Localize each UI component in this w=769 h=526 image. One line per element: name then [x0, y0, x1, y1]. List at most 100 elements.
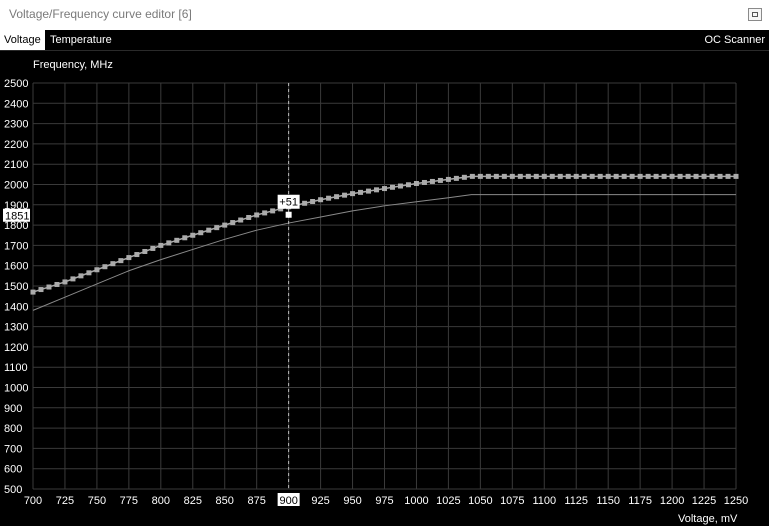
curve-point: [469, 173, 475, 179]
x-tick-label: 1000: [404, 495, 428, 507]
curve-point: [214, 225, 220, 231]
x-tick-label: 800: [152, 495, 170, 507]
curve-point: [142, 248, 148, 254]
curve-point: [366, 188, 372, 194]
curve-point: [70, 276, 76, 282]
x-tick-label: 725: [56, 495, 74, 507]
y-tick-label: 700: [4, 443, 22, 455]
curve-point: [437, 177, 443, 183]
curve-point: [270, 208, 276, 214]
y-tick-label: 1100: [4, 362, 28, 374]
curve-point: [246, 214, 252, 220]
x-tick-label: 900: [279, 495, 297, 507]
curve-point: [709, 173, 715, 179]
x-tick-label: 1075: [500, 495, 524, 507]
curve-point: [302, 200, 308, 206]
x-tick-label: 1225: [692, 495, 716, 507]
curve-point: [262, 210, 268, 216]
y-tick-label: 600: [4, 464, 22, 476]
curve-point: [326, 195, 332, 201]
curve-point: [581, 173, 587, 179]
curve-point: [150, 245, 156, 251]
y-tick-label: 1400: [4, 301, 28, 313]
x-tick-label: 1200: [660, 495, 684, 507]
x-tick-label: 1175: [628, 495, 652, 507]
curve-point: [382, 186, 387, 192]
x-tick-label: 1025: [436, 495, 460, 507]
curve-point: [493, 173, 499, 179]
curve-point: [118, 258, 124, 264]
y-tick-label: 2400: [4, 98, 28, 110]
curve-point: [206, 227, 212, 233]
y-tick-label: 800: [4, 423, 22, 435]
y-tick-label: 1600: [4, 261, 28, 273]
y-tick-label: 2500: [4, 78, 28, 90]
curve-point: [374, 187, 380, 193]
y-tick-label: 2300: [4, 119, 28, 131]
curve-point: [310, 199, 316, 205]
y-tick-label: 900: [4, 403, 22, 415]
curve-point: [525, 173, 531, 179]
x-tick-label: 1125: [564, 495, 588, 507]
curve-point: [453, 175, 459, 181]
y-tick-label: 1700: [4, 240, 28, 252]
curve-point: [733, 173, 739, 179]
y-tick-label: 1300: [4, 322, 28, 334]
curve-point: [685, 173, 691, 179]
curve-point: [397, 183, 403, 189]
curve-point: [597, 173, 603, 179]
x-tick-label: 875: [248, 495, 266, 507]
curve-point: [350, 191, 356, 197]
curve-point: [645, 173, 651, 179]
curve-point: [621, 173, 627, 179]
x-tick-label: 850: [216, 495, 234, 507]
curve-point: [557, 173, 563, 179]
curve-point: [190, 232, 196, 238]
x-tick-label: 775: [120, 495, 138, 507]
curve-point: [318, 197, 324, 203]
curve-point: [637, 173, 643, 179]
curve-point: [54, 281, 60, 287]
curve-point: [429, 178, 435, 184]
curve-point: [86, 270, 92, 276]
frequency-readout: 1851: [5, 211, 29, 223]
curve-point: [629, 173, 635, 179]
curve-point: [693, 173, 699, 179]
x-tick-label: 1100: [532, 495, 556, 507]
y-tick-label: 2200: [4, 139, 28, 151]
curve-point: [533, 173, 539, 179]
curve-point: [78, 273, 84, 279]
curve-point: [701, 173, 707, 179]
curve-point: [477, 173, 483, 179]
curve-point: [549, 173, 555, 179]
curve-point: [110, 261, 116, 267]
curve-point: [677, 173, 683, 179]
curve-point: [222, 222, 228, 228]
curve-point: [589, 173, 595, 179]
curve-point: [445, 176, 451, 182]
x-tick-label: 825: [184, 495, 202, 507]
curve-point: [509, 173, 515, 179]
x-tick-label: 975: [375, 495, 393, 507]
vf-curve-chart[interactable]: 500 600 700 800 900 1000 1100 1200 1300 1400 1500 1…: [0, 0, 769, 526]
curve-point: [573, 173, 579, 179]
curve-point: [166, 240, 172, 246]
curve-point: [30, 289, 36, 295]
curve-point: [413, 180, 419, 186]
curve-point: [517, 173, 523, 179]
curve-point: [725, 173, 731, 179]
curve-point: [174, 237, 180, 243]
curve-point: [613, 173, 619, 179]
offset-label: +51: [279, 197, 298, 209]
x-tick-label: 950: [343, 495, 361, 507]
x-tick-label: 1150: [596, 495, 620, 507]
x-tick-label: 700: [24, 495, 42, 507]
curve-point: [358, 189, 364, 195]
x-tick-label: 925: [311, 495, 329, 507]
x-tick-label: 750: [88, 495, 106, 507]
y-tick-label: 1000: [4, 383, 28, 395]
curve-point: [46, 284, 52, 290]
curve-point: [461, 174, 467, 180]
y-tick-label: 500: [4, 484, 22, 496]
curve-point: [389, 184, 395, 190]
